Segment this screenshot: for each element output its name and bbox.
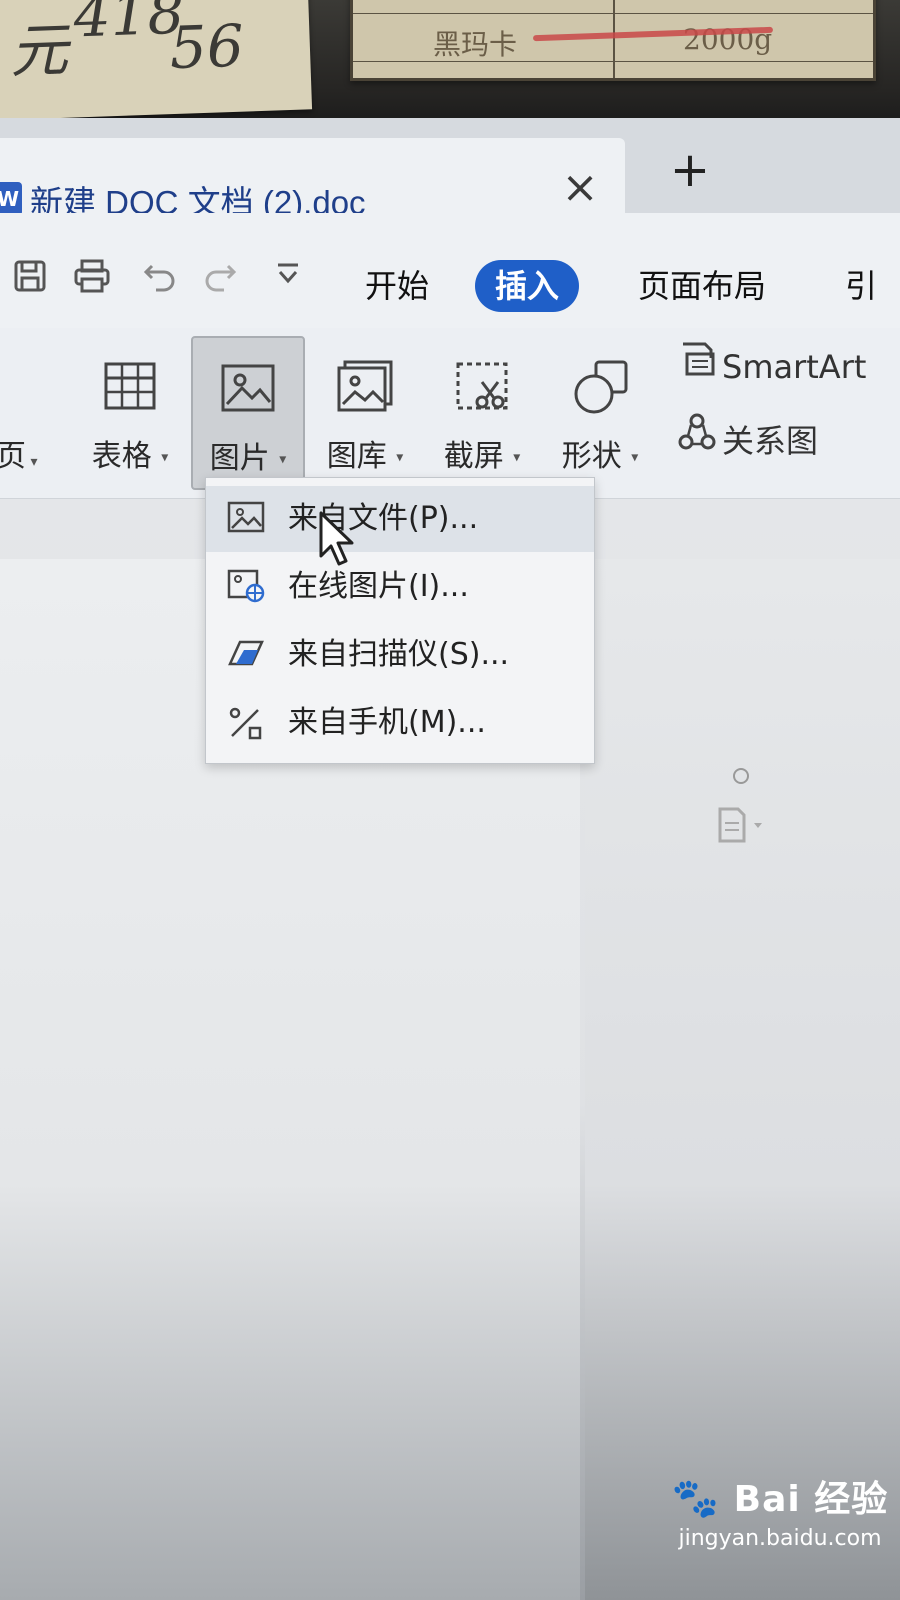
picture-button[interactable]: 图片 ▾ (191, 336, 305, 490)
online-image-icon (226, 568, 266, 608)
baidu-jingyan-watermark: 🐾 Bai 经验 jingyan.baidu.com (665, 1470, 895, 1590)
redo-icon[interactable] (200, 258, 240, 298)
desk-background: 元 418 56 黑玛卡 2000g (0, 0, 900, 130)
gallery-icon (337, 360, 393, 412)
watermark-url: jingyan.baidu.com (678, 1526, 882, 1551)
relation-chart-button[interactable]: 关系图 (672, 412, 818, 462)
customize-quick-access-icon[interactable] (268, 258, 308, 298)
document-page-right[interactable] (585, 559, 900, 1600)
relation-chart-label: 关系图 (722, 422, 819, 460)
phone-icon (226, 704, 266, 744)
smartart-label: SmartArt (722, 348, 867, 386)
wps-doc-icon: W (0, 182, 22, 216)
tab-home[interactable]: 开始 (345, 260, 449, 312)
screen: W 新建 DOC 文档 (2).doc × + 开始 插入 页面布局 引 页 ▾ (0, 118, 900, 1600)
ribbon: 页 ▾ 表格 ▾ 图片 ▾ 图库 ▾ 截屏 ▾ 形状 ▾ SmartArt 关系… (0, 328, 900, 499)
close-tab-icon[interactable]: × (560, 166, 600, 210)
title-bar: W 新建 DOC 文档 (2).doc × + (0, 118, 900, 221)
menu-bar: 开始 插入 页面布局 引 (0, 213, 900, 328)
paw-icon: 🐾 (671, 1476, 721, 1520)
ribbon-partial-left[interactable]: 页 ▾ (0, 431, 37, 475)
print-icon[interactable] (72, 258, 112, 298)
shapes-button[interactable]: 形状 ▾ (545, 336, 655, 486)
handwritten-note: 元 418 56 (0, 0, 313, 121)
tab-insert[interactable]: 插入 (475, 260, 580, 312)
table-button[interactable]: 表格 ▾ (75, 336, 185, 486)
gallery-button[interactable]: 图库 ▾ (310, 336, 420, 486)
screenshot-button[interactable]: 截屏 ▾ (427, 336, 537, 486)
relation-chart-icon (672, 412, 722, 466)
note-text-3: 56 (168, 11, 245, 83)
table-icon (104, 362, 156, 410)
paste-options-icon[interactable] (716, 805, 762, 845)
tab-references[interactable]: 引 (825, 260, 897, 312)
save-icon[interactable] (10, 258, 50, 298)
smartart-icon (672, 338, 722, 392)
menu-item-from-scanner[interactable]: 来自扫描仪(S)... (206, 622, 594, 688)
scanner-icon (226, 636, 266, 676)
new-tab-icon[interactable]: + (660, 140, 720, 200)
tab-page-layout[interactable]: 页面布局 (618, 260, 786, 312)
mouse-cursor-icon (319, 511, 354, 566)
shapes-icon (574, 360, 628, 414)
smartart-button[interactable]: SmartArt (672, 338, 866, 388)
anchor-dot (733, 768, 749, 784)
image-file-icon (226, 500, 266, 540)
picture-dropdown-menu: 来自文件(P)... 在线图片(I)... 来自扫描仪(S)... 来自手机(M… (205, 477, 595, 764)
note-text-1: 元 (8, 15, 70, 86)
menu-item-from-phone[interactable]: 来自手机(M)... (206, 690, 594, 756)
paper-table: 黑玛卡 2000g (350, 0, 876, 81)
watermark-brand: Bai 经验 (733, 1479, 889, 1520)
menu-item-online-picture[interactable]: 在线图片(I)... (206, 554, 594, 620)
undo-icon[interactable] (140, 258, 180, 298)
menu-item-from-file[interactable]: 来自文件(P)... (206, 486, 594, 552)
paper-item: 黑玛卡 (433, 28, 518, 61)
picture-icon (221, 364, 275, 412)
document-tab[interactable]: W 新建 DOC 文档 (2).doc × (0, 138, 625, 221)
screenshot-icon (456, 362, 508, 410)
